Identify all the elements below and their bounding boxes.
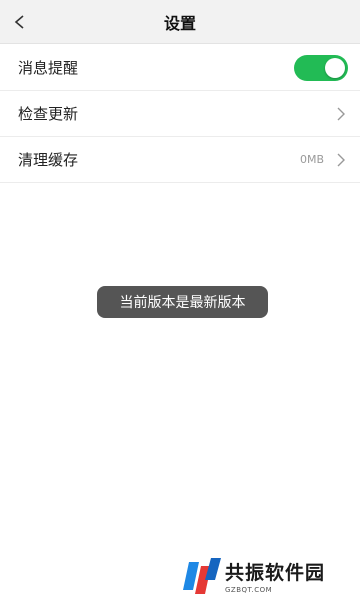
settings-row-check-update[interactable]: 检查更新 [0,91,360,137]
watermark-url: GZBQT.COM [225,586,273,594]
page-title: 设置 [163,13,196,33]
check-update-label: 检查更新 [18,105,79,123]
chevron-right-icon [334,153,348,167]
notifications-label: 消息提醒 [18,59,79,77]
cache-size-value: 0MB [299,153,324,166]
top-nav-bar: 设置 [0,0,360,44]
chevron-left-icon [14,15,24,29]
watermark-logo-icon [183,558,221,594]
watermark: 共振软件园 GZBQT.COM [183,554,343,598]
clear-cache-label: 清理缓存 [18,151,79,169]
notifications-toggle[interactable] [294,54,348,81]
toggle-knob [325,57,345,78]
watermark-name: 共振软件园 [225,562,326,584]
back-button[interactable] [6,8,34,36]
toast-message: 当前版本是最新版本 [97,286,268,318]
settings-row-notifications: 消息提醒 [0,45,360,91]
settings-row-clear-cache[interactable]: 清理缓存 0MB [0,137,360,183]
chevron-right-icon [334,107,348,121]
